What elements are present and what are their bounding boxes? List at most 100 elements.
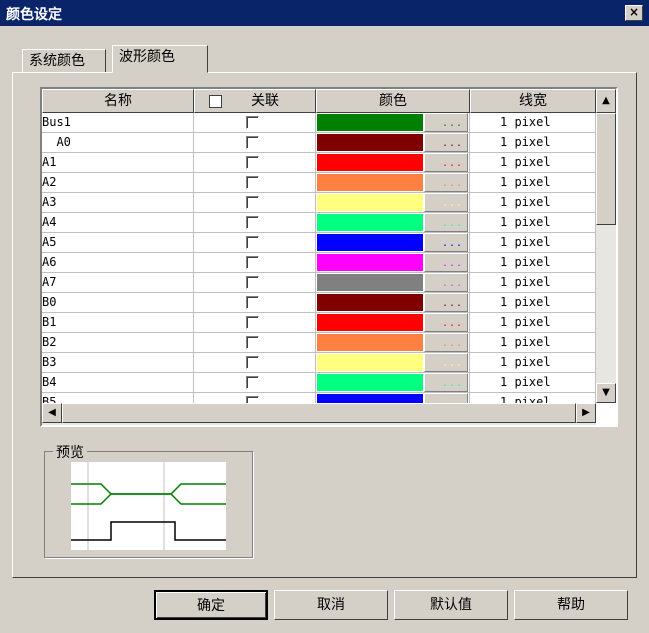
ok-button[interactable]: 确定: [154, 590, 268, 620]
row-line-width[interactable]: 1 pixel: [470, 353, 596, 373]
row-line-width[interactable]: 1 pixel: [470, 373, 596, 393]
color-picker-button[interactable]: ...: [424, 333, 468, 352]
waveform-preview: [71, 462, 226, 550]
color-swatch[interactable]: [317, 374, 423, 391]
color-picker-button[interactable]: ...: [424, 293, 468, 312]
row-line-width[interactable]: 1 pixel: [470, 333, 596, 353]
color-swatch[interactable]: [317, 214, 423, 231]
row-line-width[interactable]: 1 pixel: [470, 113, 596, 133]
color-swatch[interactable]: [317, 394, 423, 403]
table-row[interactable]: B0... 1 pixel: [42, 293, 596, 313]
link-all-checkbox[interactable]: [209, 95, 222, 108]
row-line-width[interactable]: 1 pixel: [470, 393, 596, 403]
row-line-width[interactable]: 1 pixel: [470, 233, 596, 253]
scroll-left-button[interactable]: ◀: [42, 403, 62, 423]
color-swatch[interactable]: [317, 134, 423, 151]
link-checkbox[interactable]: [246, 256, 259, 269]
link-checkbox[interactable]: [246, 216, 259, 229]
cancel-button[interactable]: 取消: [274, 590, 388, 620]
scroll-up-button[interactable]: ▲: [596, 89, 616, 113]
table-row[interactable]: A0... 1 pixel: [42, 133, 596, 153]
row-line-width[interactable]: 1 pixel: [470, 213, 596, 233]
horizontal-scrollbar[interactable]: ◀ ▶: [42, 403, 596, 425]
row-color-cell: ...: [316, 273, 470, 293]
color-swatch[interactable]: [317, 314, 423, 331]
table-row[interactable]: A6... 1 pixel: [42, 253, 596, 273]
color-swatch[interactable]: [317, 174, 423, 191]
row-line-width[interactable]: 1 pixel: [470, 273, 596, 293]
table-row[interactable]: A2... 1 pixel: [42, 173, 596, 193]
table-row[interactable]: A5... 1 pixel: [42, 233, 596, 253]
link-checkbox[interactable]: [246, 336, 259, 349]
link-checkbox[interactable]: [246, 236, 259, 249]
row-line-width[interactable]: 1 pixel: [470, 293, 596, 313]
color-picker-button[interactable]: ...: [424, 153, 468, 172]
color-swatch[interactable]: [317, 274, 423, 291]
color-picker-button[interactable]: ...: [424, 193, 468, 212]
table-row[interactable]: Bus1... 1 pixel: [42, 113, 596, 133]
defaults-button[interactable]: 默认值: [394, 590, 508, 620]
color-picker-button[interactable]: ...: [424, 273, 468, 292]
link-checkbox[interactable]: [246, 196, 259, 209]
row-line-width[interactable]: 1 pixel: [470, 193, 596, 213]
table-row[interactable]: A3... 1 pixel: [42, 193, 596, 213]
table-row[interactable]: A4... 1 pixel: [42, 213, 596, 233]
color-swatch[interactable]: [317, 114, 423, 131]
color-picker-button[interactable]: ...: [424, 253, 468, 272]
table-row[interactable]: B2... 1 pixel: [42, 333, 596, 353]
color-swatch[interactable]: [317, 154, 423, 171]
link-checkbox[interactable]: [246, 136, 259, 149]
color-picker-button[interactable]: ...: [424, 213, 468, 232]
color-swatch[interactable]: [317, 234, 423, 251]
color-picker-button[interactable]: ...: [424, 233, 468, 252]
header-name[interactable]: 名称: [42, 89, 194, 113]
color-picker-button[interactable]: ...: [424, 353, 468, 372]
color-picker-button[interactable]: ...: [424, 133, 468, 152]
close-button[interactable]: ×: [625, 5, 643, 21]
row-name: Bus1: [42, 113, 194, 133]
row-link-cell: [194, 393, 316, 403]
header-link[interactable]: 关联: [194, 89, 316, 113]
scroll-right-button[interactable]: ▶: [576, 403, 596, 423]
link-checkbox[interactable]: [246, 116, 259, 129]
color-swatch[interactable]: [317, 354, 423, 371]
color-picker-button[interactable]: ...: [424, 113, 468, 132]
link-checkbox[interactable]: [246, 376, 259, 389]
link-checkbox[interactable]: [246, 396, 259, 403]
tab-system-colors[interactable]: 系统颜色: [22, 49, 106, 73]
row-line-width[interactable]: 1 pixel: [470, 153, 596, 173]
row-line-width[interactable]: 1 pixel: [470, 253, 596, 273]
table-row[interactable]: B3... 1 pixel: [42, 353, 596, 373]
table-row[interactable]: A1... 1 pixel: [42, 153, 596, 173]
row-color-cell: ...: [316, 113, 470, 133]
header-width[interactable]: 线宽: [470, 89, 596, 113]
link-checkbox[interactable]: [246, 176, 259, 189]
color-swatch[interactable]: [317, 294, 423, 311]
link-checkbox[interactable]: [246, 316, 259, 329]
table-row[interactable]: B4... 1 pixel: [42, 373, 596, 393]
tab-waveform-colors[interactable]: 波形颜色: [112, 45, 208, 73]
color-swatch[interactable]: [317, 334, 423, 351]
row-line-width[interactable]: 1 pixel: [470, 133, 596, 153]
help-button[interactable]: 帮助: [514, 590, 628, 620]
link-checkbox[interactable]: [246, 356, 259, 369]
table-row[interactable]: B1... 1 pixel: [42, 313, 596, 333]
color-picker-button[interactable]: ...: [424, 373, 468, 392]
color-picker-button[interactable]: ...: [424, 173, 468, 192]
table-row[interactable]: A7... 1 pixel: [42, 273, 596, 293]
link-checkbox[interactable]: [246, 296, 259, 309]
scroll-down-button[interactable]: ▼: [596, 383, 616, 403]
color-swatch[interactable]: [317, 254, 423, 271]
row-line-width[interactable]: 1 pixel: [470, 313, 596, 333]
color-swatch[interactable]: [317, 194, 423, 211]
row-line-width[interactable]: 1 pixel: [470, 173, 596, 193]
horizontal-scroll-thumb[interactable]: [62, 403, 576, 423]
color-picker-button[interactable]: ...: [424, 313, 468, 332]
vertical-scrollbar[interactable]: ▲ ▼: [596, 89, 616, 403]
color-picker-button[interactable]: ...: [424, 393, 468, 403]
link-checkbox[interactable]: [246, 156, 259, 169]
vertical-scroll-thumb[interactable]: [596, 113, 616, 225]
table-row[interactable]: B5...1 pixel: [42, 393, 596, 403]
header-color[interactable]: 颜色: [316, 89, 470, 113]
link-checkbox[interactable]: [246, 276, 259, 289]
